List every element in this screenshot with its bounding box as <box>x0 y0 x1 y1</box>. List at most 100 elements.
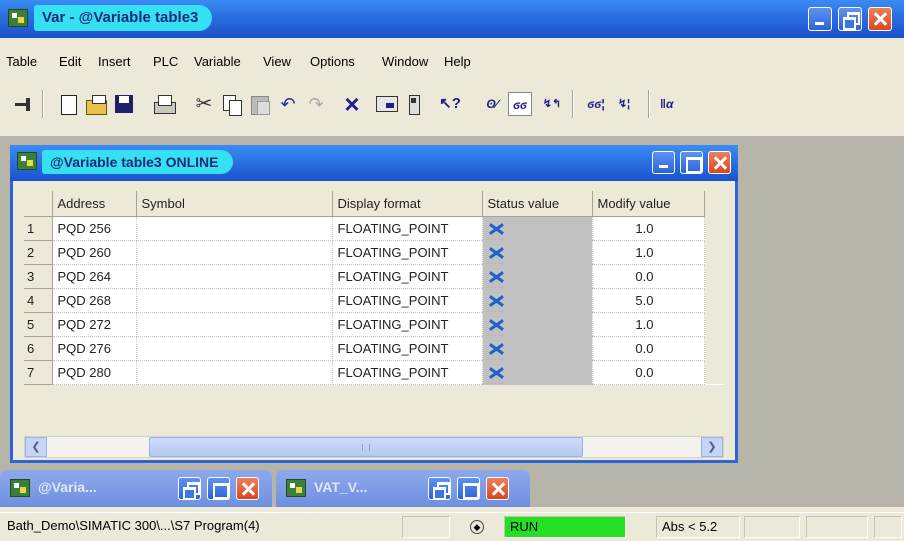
menu-variable[interactable]: Variable <box>194 52 241 72</box>
symbol-cell[interactable] <box>136 240 333 265</box>
modify-value-cell[interactable]: 1.0 <box>592 216 705 241</box>
monitor-glasses-icon[interactable]: ϭϭ <box>508 92 532 116</box>
menu-insert[interactable]: Insert <box>98 52 131 72</box>
pin-icon[interactable] <box>12 92 36 116</box>
row-number[interactable]: 6 <box>24 336 53 361</box>
horizontal-scrollbar[interactable]: ❮ ❯ <box>24 436 724 458</box>
table-row[interactable]: 2 PQD 260 FLOATING_POINT 1.0 <box>24 240 724 265</box>
context-help-icon[interactable]: ↖? <box>438 92 462 116</box>
trigger-monitor-icon[interactable]: ϭϭ¦ <box>584 92 608 116</box>
menu-view[interactable]: View <box>263 52 291 72</box>
row-number[interactable]: 3 <box>24 264 53 289</box>
address-cell[interactable]: PQD 280 <box>52 360 137 385</box>
row-number[interactable]: 4 <box>24 288 53 313</box>
menu-options[interactable]: Options <box>310 52 355 72</box>
minimized-restore-button[interactable] <box>178 477 201 500</box>
copy-icon[interactable] <box>220 92 244 116</box>
minimized-close-button[interactable] <box>486 477 509 500</box>
display-format-cell[interactable]: FLOATING_POINT <box>332 264 483 289</box>
new-file-icon[interactable] <box>56 92 80 116</box>
status-bar: Bath_Demo\SIMATIC 300\...\S7 Program(4) … <box>0 512 904 541</box>
undo-icon[interactable]: ↶ <box>276 92 300 116</box>
column-header-display-format[interactable]: Display format <box>332 191 483 217</box>
row-number[interactable]: 1 <box>24 216 53 241</box>
table-row[interactable]: 1 PQD 256 FLOATING_POINT 1.0 <box>24 216 724 241</box>
column-header-status-value[interactable]: Status value <box>482 191 593 217</box>
scroll-left-button[interactable]: ❮ <box>25 437 47 457</box>
open-folder-icon[interactable] <box>84 92 108 116</box>
row-number[interactable]: 5 <box>24 312 53 337</box>
menu-help[interactable]: Help <box>444 52 471 72</box>
symbol-cell[interactable] <box>136 336 333 361</box>
trigger-modify-icon[interactable]: ↯¦ <box>612 92 636 116</box>
address-cell[interactable]: PQD 260 <box>52 240 137 265</box>
app-icon[interactable] <box>8 9 28 27</box>
menu-plc[interactable]: PLC <box>153 52 178 72</box>
monitor-variable-icon[interactable]: ʘ∕ <box>480 92 504 116</box>
menu-window[interactable]: Window <box>382 52 428 72</box>
title-bar[interactable]: Var - @Variable table3 <box>0 0 904 38</box>
child-close-button[interactable] <box>708 151 731 174</box>
display-format-cell[interactable]: FLOATING_POINT <box>332 360 483 385</box>
address-cell[interactable]: PQD 276 <box>52 336 137 361</box>
minimized-window-1[interactable]: @Varia... <box>0 470 272 507</box>
modify-value-cell[interactable]: 0.0 <box>592 264 705 289</box>
symbol-cell[interactable] <box>136 288 333 313</box>
minimized-maximize-button[interactable] <box>457 477 480 500</box>
symbol-cell[interactable] <box>136 216 333 241</box>
cut-icon[interactable]: ✂ <box>192 92 216 116</box>
scrollbar-thumb[interactable] <box>149 437 583 457</box>
minimize-button[interactable] <box>808 7 832 31</box>
close-button[interactable] <box>868 7 892 31</box>
modify-value-cell[interactable]: 5.0 <box>592 288 705 313</box>
child-minimize-button[interactable] <box>652 151 675 174</box>
table-window-icon[interactable] <box>17 152 37 170</box>
child-maximize-button[interactable] <box>680 151 703 174</box>
child-title-bar[interactable]: @Variable table3 ONLINE <box>10 145 738 181</box>
modify-value-cell[interactable]: 0.0 <box>592 336 705 361</box>
plc-module-icon[interactable] <box>402 92 426 116</box>
print-icon[interactable] <box>152 92 176 116</box>
force-values-icon[interactable]: ǁα <box>660 92 684 116</box>
menu-table[interactable]: Table <box>6 52 37 72</box>
minimized-close-button[interactable] <box>236 477 259 500</box>
address-cell[interactable]: PQD 264 <box>52 264 137 289</box>
paste-icon[interactable] <box>248 92 272 116</box>
display-format-cell[interactable]: FLOATING_POINT <box>332 240 483 265</box>
redo-icon[interactable]: ↷ <box>304 92 328 116</box>
modify-value-cell[interactable]: 1.0 <box>592 312 705 337</box>
table-row[interactable]: 3 PQD 264 FLOATING_POINT 0.0 <box>24 264 724 289</box>
table-row[interactable]: 4 PQD 268 FLOATING_POINT 5.0 <box>24 288 724 313</box>
address-cell[interactable]: PQD 272 <box>52 312 137 337</box>
restore-button[interactable] <box>838 7 862 31</box>
display-format-cell[interactable]: FLOATING_POINT <box>332 336 483 361</box>
display-format-cell[interactable]: FLOATING_POINT <box>332 312 483 337</box>
toolbar-separator <box>648 90 650 118</box>
minimized-window-2[interactable]: VAT_V... <box>276 470 530 507</box>
scroll-right-button[interactable]: ❯ <box>701 437 723 457</box>
table-row[interactable]: 5 PQD 272 FLOATING_POINT 1.0 <box>24 312 724 337</box>
display-monitor-icon[interactable] <box>374 92 398 116</box>
minimized-maximize-button[interactable] <box>207 477 230 500</box>
delete-icon[interactable]: × <box>340 91 364 117</box>
table-row[interactable]: 7 PQD 280 FLOATING_POINT 0.0 <box>24 360 724 385</box>
row-number[interactable]: 2 <box>24 240 53 265</box>
address-cell[interactable]: PQD 268 <box>52 288 137 313</box>
table-row[interactable]: 6 PQD 276 FLOATING_POINT 0.0 <box>24 336 724 361</box>
column-header-modify-value[interactable]: Modify value <box>592 191 705 217</box>
column-header-symbol[interactable]: Symbol <box>136 191 333 217</box>
modify-value-cell[interactable]: 0.0 <box>592 360 705 385</box>
display-format-cell[interactable]: FLOATING_POINT <box>332 216 483 241</box>
symbol-cell[interactable] <box>136 360 333 385</box>
save-icon[interactable] <box>112 92 136 116</box>
modify-variable-icon[interactable]: ↯↰ <box>540 92 564 116</box>
column-header-address[interactable]: Address <box>52 191 137 217</box>
symbol-cell[interactable] <box>136 312 333 337</box>
modify-value-cell[interactable]: 1.0 <box>592 240 705 265</box>
minimized-restore-button[interactable] <box>428 477 451 500</box>
symbol-cell[interactable] <box>136 264 333 289</box>
menu-edit[interactable]: Edit <box>59 52 81 72</box>
row-number[interactable]: 7 <box>24 360 53 385</box>
display-format-cell[interactable]: FLOATING_POINT <box>332 288 483 313</box>
address-cell[interactable]: PQD 256 <box>52 216 137 241</box>
